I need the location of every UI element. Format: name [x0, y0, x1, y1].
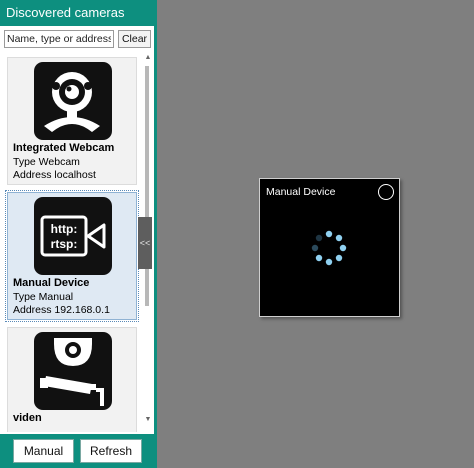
camera-name: Manual Device [13, 277, 90, 289]
camera-name: viden [13, 412, 42, 424]
icon-text-rtsp: rtsp: [51, 237, 78, 251]
device-window[interactable]: Manual Device [259, 178, 400, 317]
camera-address: Address 192.168.0.1 [13, 304, 110, 316]
icon-text-http: http: [51, 222, 78, 236]
manual-button[interactable]: Manual [13, 439, 74, 463]
scroll-down-arrow-icon[interactable]: ▼ [144, 416, 152, 424]
security-camera-icon [34, 332, 112, 410]
search-row: Clear [4, 30, 151, 48]
scroll-thumb[interactable] [145, 66, 149, 306]
sidebar-title: Discovered cameras [0, 0, 154, 26]
loading-spinner-icon [308, 227, 350, 269]
search-input[interactable] [4, 30, 114, 48]
camera-list: Integrated Webcam Type Webcam Address lo… [0, 54, 142, 432]
camera-sidebar: Discovered cameras Clear Integrated Webc… [0, 0, 157, 468]
camera-card-manual-device[interactable]: http: rtsp: Manual Device Type Manual Ad… [5, 190, 139, 322]
webcam-icon [34, 62, 112, 140]
camera-type: Type Manual [13, 291, 74, 303]
collapse-sidebar-button[interactable]: << [138, 217, 152, 269]
close-circle-icon[interactable] [378, 184, 394, 200]
device-window-title: Manual Device [266, 186, 336, 198]
scroll-up-arrow-icon[interactable]: ▲ [144, 54, 152, 62]
camera-type: Type Webcam [13, 156, 80, 168]
camera-card-integrated-webcam[interactable]: Integrated Webcam Type Webcam Address lo… [7, 57, 137, 185]
http-rtsp-camera-icon: http: rtsp: [34, 197, 112, 275]
camera-name: Integrated Webcam [13, 142, 115, 154]
camera-address: Address localhost [13, 169, 96, 181]
camera-card-viden[interactable]: viden [7, 327, 137, 432]
refresh-button[interactable]: Refresh [80, 439, 142, 463]
clear-button[interactable]: Clear [118, 30, 151, 48]
sidebar-footer: Manual Refresh [0, 434, 154, 468]
